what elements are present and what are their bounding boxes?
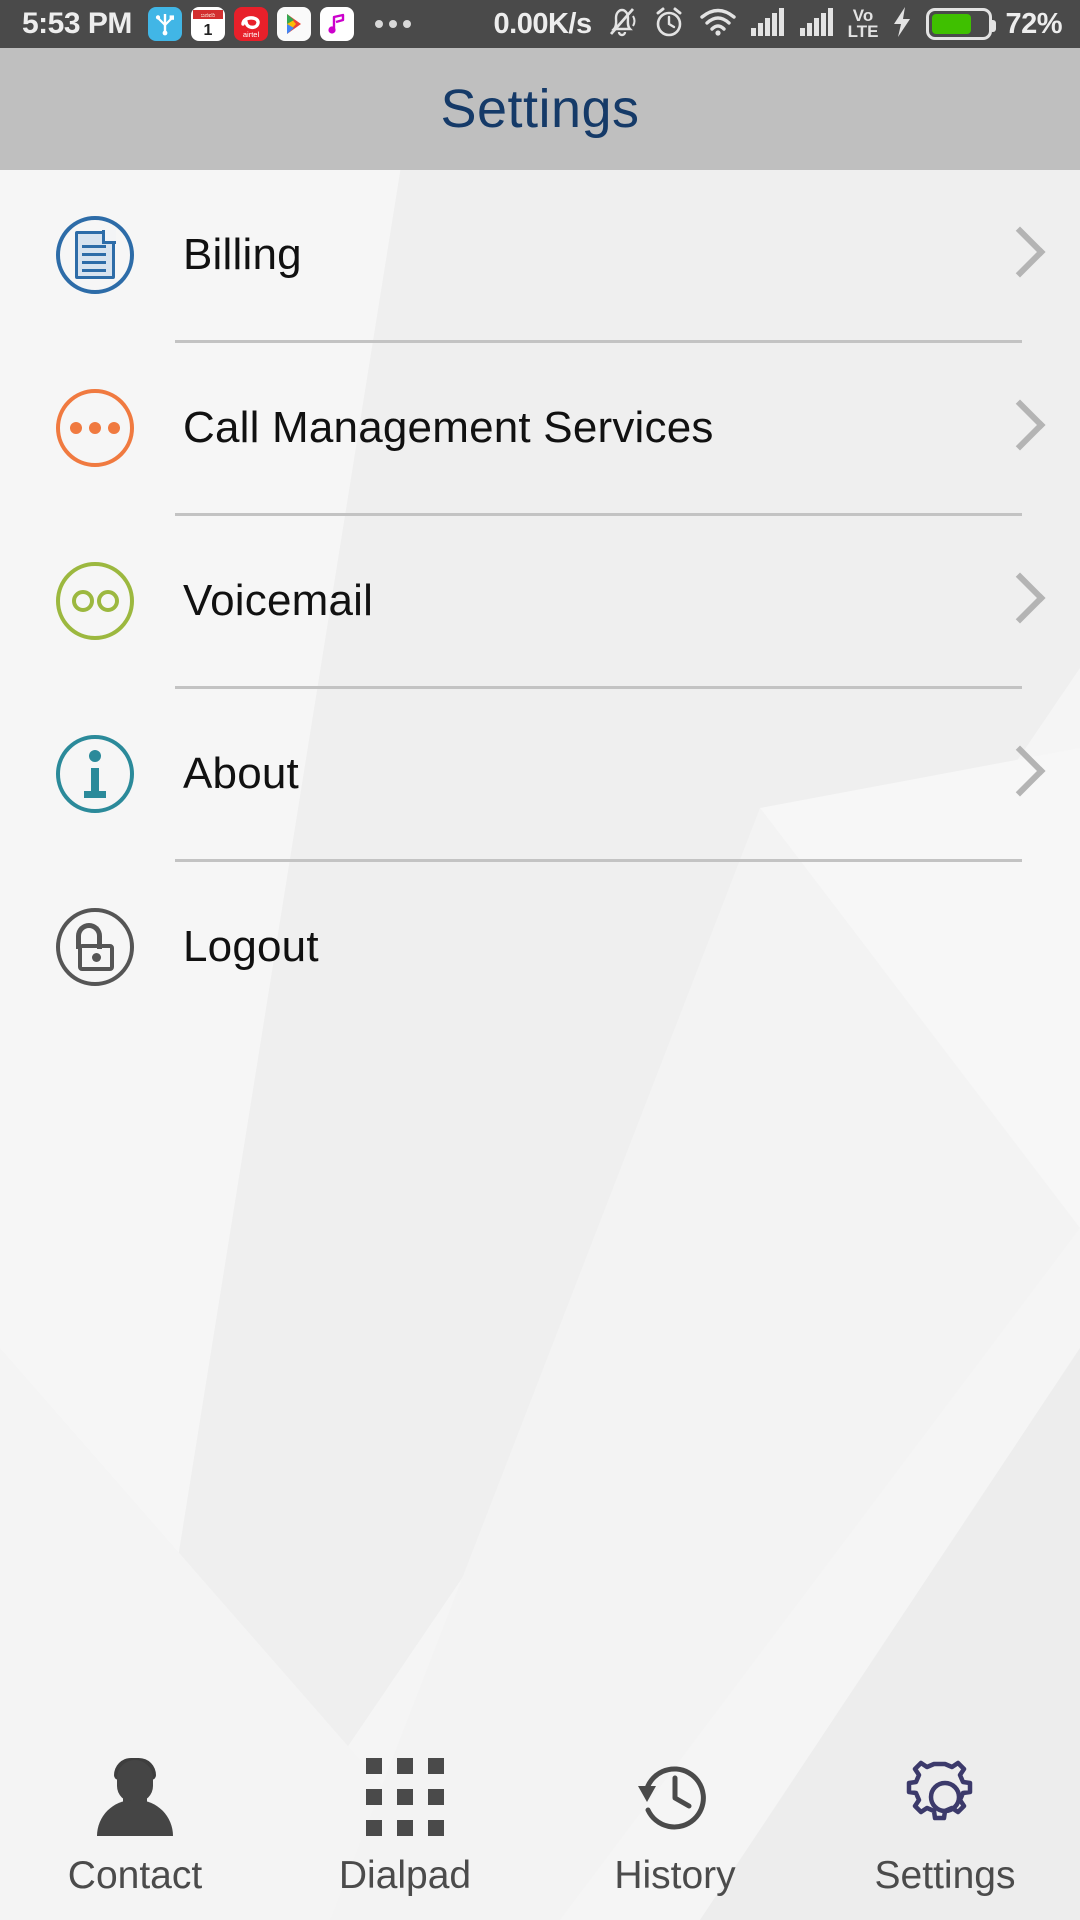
clock-history-icon (634, 1758, 716, 1836)
settings-item-label: Voicemail (183, 576, 374, 625)
voicemail-icon (56, 562, 134, 640)
svg-text:ಜನವರಿ: ಜನವರಿ (201, 13, 215, 19)
page-title: Settings (440, 79, 640, 139)
settings-item-label: Logout (183, 922, 319, 971)
settings-item-logout[interactable]: Logout (0, 862, 1080, 1032)
tab-label: Dialpad (338, 1854, 472, 1897)
page-header: Settings (0, 48, 1080, 170)
airtel-icon: airtel (233, 7, 268, 41)
silent-bell-icon (605, 4, 639, 45)
status-bar: 5:53 PM 1 ಜನವರಿ airtel 0.00K/s Vo LTE 72… (0, 0, 1080, 48)
dialpad-grid-icon (366, 1758, 444, 1836)
tab-label: Contact (67, 1854, 203, 1897)
network-speed-text: 0.00K/s (493, 7, 593, 40)
svg-text:1: 1 (203, 22, 212, 39)
person-icon (91, 1758, 179, 1836)
chevron-right-icon[interactable] (1000, 226, 1034, 284)
battery-icon (926, 8, 997, 40)
settings-item-billing[interactable]: Billing (0, 170, 1080, 340)
usb-icon (147, 7, 182, 41)
calendar-icon: 1 ಜನವರಿ (190, 7, 225, 41)
chevron-right-icon[interactable] (1000, 572, 1034, 630)
unlock-icon (56, 908, 134, 986)
settings-item-label: Call Management Services (183, 403, 714, 452)
signal-sim2-icon (799, 7, 835, 42)
more-dots-icon (374, 20, 411, 28)
tab-label: History (614, 1854, 736, 1897)
signal-sim1-icon (750, 7, 786, 42)
gear-icon (905, 1758, 985, 1836)
chevron-right-icon[interactable] (1000, 399, 1034, 457)
settings-item-about[interactable]: About (0, 689, 1080, 859)
settings-item-label: Billing (183, 230, 302, 279)
settings-item-label: About (183, 749, 299, 798)
bottom-navigation-bar: Contact Dialpad History Settings (0, 1736, 1080, 1920)
chevron-right-icon[interactable] (1000, 745, 1034, 803)
tab-settings[interactable]: Settings (810, 1736, 1080, 1920)
tab-contact[interactable]: Contact (0, 1736, 270, 1920)
status-bar-app-icons: 1 ಜನವರಿ airtel (147, 7, 411, 41)
tab-history[interactable]: History (540, 1736, 810, 1920)
settings-item-voicemail[interactable]: Voicemail (0, 516, 1080, 686)
svg-text:airtel: airtel (243, 30, 260, 39)
status-bar-time: 5:53 PM (22, 7, 132, 40)
play-store-icon (276, 7, 311, 41)
wifi-icon (699, 7, 737, 42)
three-dots-icon (56, 389, 134, 467)
volte-icon: Vo LTE (847, 7, 879, 41)
music-icon (319, 7, 354, 41)
tab-label: Settings (874, 1854, 1016, 1897)
document-icon (56, 216, 134, 294)
settings-list: Billing Call Management Services Voicema… (0, 170, 1080, 1032)
alarm-icon (652, 4, 686, 45)
battery-percent-text: 72% (1005, 7, 1062, 40)
volte-bottom: LTE (847, 22, 879, 41)
charging-bolt-icon (891, 5, 913, 44)
settings-item-call-management-services[interactable]: Call Management Services (0, 343, 1080, 513)
status-bar-system-icons: 0.00K/s Vo LTE 72% (494, 4, 1062, 45)
info-icon (56, 735, 134, 813)
tab-dialpad[interactable]: Dialpad (270, 1736, 540, 1920)
